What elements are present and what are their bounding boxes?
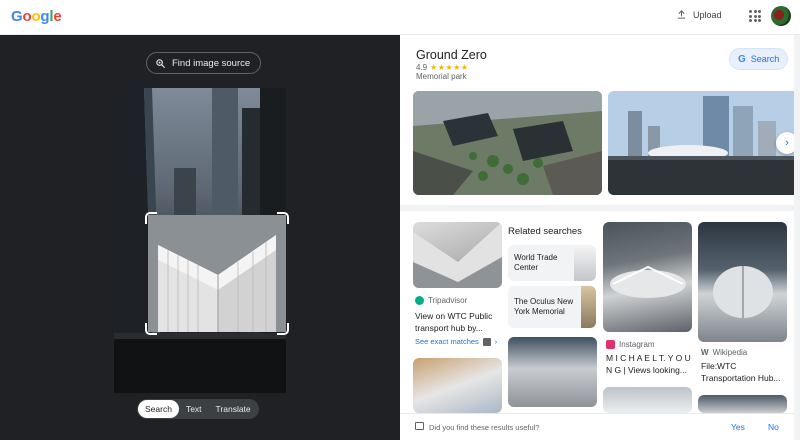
wikipedia-icon: W — [701, 348, 709, 357]
result-source-name: Tripadvisor — [428, 296, 468, 305]
top-bar: Google Upload — [0, 0, 800, 35]
rating-stars-icon: ★★★★★ — [430, 63, 469, 72]
memorial-pool-image — [608, 91, 794, 195]
memorial-aerial-image — [413, 91, 602, 195]
lens-mode-switcher: Search Text Translate — [137, 399, 259, 419]
result-source-wikipedia: W Wikipedia — [701, 348, 747, 357]
account-avatar[interactable] — [771, 6, 791, 26]
related-search-label: World Trade Center — [514, 252, 558, 273]
result-source-name: Wikipedia — [712, 348, 748, 357]
find-image-source-label: Find image source — [172, 57, 251, 69]
google-logo[interactable]: Google — [11, 8, 62, 25]
crop-handle-top-right[interactable] — [277, 212, 289, 224]
place-type: Memorial park — [416, 72, 467, 81]
oculus-thumb-1 — [413, 222, 502, 288]
related-search-image — [573, 245, 596, 281]
place-rating: 4.9 ★★★★★ — [416, 63, 468, 72]
upload-icon — [677, 10, 686, 19]
oculus-thumb-4 — [713, 266, 773, 318]
knowledge-search-button[interactable]: G Search — [729, 48, 789, 70]
see-exact-matches-link[interactable]: See exact matches › — [415, 337, 497, 346]
place-title[interactable]: Ground Zero — [416, 48, 487, 62]
related-search-world-trade-center[interactable]: World Trade Center — [508, 245, 596, 281]
result-thumbnail-tripadvisor[interactable] — [413, 222, 502, 288]
memorial-pool-photo[interactable] — [608, 91, 794, 195]
feedback-icon — [415, 422, 424, 430]
instagram-icon — [606, 340, 615, 349]
image-icon — [482, 337, 491, 346]
logo-letter: e — [53, 8, 62, 25]
result-source-name: Instagram — [619, 340, 655, 349]
knowledge-search-label: Search — [750, 54, 780, 64]
result-source-tripadvisor: Tripadvisor — [415, 296, 467, 305]
result-thumbnail-4[interactable] — [413, 358, 502, 413]
feedback-bar: Did you find these results useful? Yes N… — [400, 413, 794, 440]
crop-selection[interactable] — [148, 215, 286, 332]
logo-letter: o — [31, 8, 41, 25]
see-exact-matches-label: See exact matches — [415, 337, 479, 346]
related-search-image — [580, 286, 596, 328]
feedback-question: Did you find these results useful? — [429, 423, 540, 432]
related-search-label: The Oculus New York Memorial — [514, 296, 574, 317]
result-source-instagram: Instagram — [606, 340, 655, 349]
result-title[interactable]: View on WTC Public transport hub by... — [415, 311, 500, 334]
oculus-thumb-3 — [610, 265, 686, 298]
result-thumbnail-5[interactable] — [508, 337, 597, 407]
results-panel: Ground Zero 4.9 ★★★★★ Memorial park G Se… — [400, 35, 800, 440]
google-g-icon: G — [738, 53, 746, 65]
oculus-crop-image — [148, 215, 286, 332]
lens-search-icon — [156, 58, 166, 68]
upload-button[interactable]: Upload — [676, 9, 722, 20]
logo-letter: g — [40, 8, 50, 25]
result-thumbnail-7[interactable] — [698, 395, 787, 413]
rating-value: 4.9 — [416, 63, 428, 72]
result-title[interactable]: M I C H A E L T. Y O U N G | Views looki… — [606, 353, 692, 376]
logo-letter: o — [22, 8, 32, 25]
crop-handle-bottom-right[interactable] — [277, 323, 289, 335]
feedback-no-button[interactable]: No — [768, 422, 779, 432]
image-viewer-panel: Find image source Search Text Translate — [0, 35, 400, 440]
result-thumbnail-instagram[interactable] — [603, 222, 692, 332]
chevron-right-icon: › — [785, 137, 789, 149]
upload-label: Upload — [693, 9, 722, 20]
mode-tab-text[interactable]: Text — [179, 400, 209, 418]
chevron-right-icon: › — [494, 337, 498, 346]
logo-letter: G — [11, 8, 23, 25]
results-scrollbar[interactable] — [794, 35, 800, 440]
knowledge-panel: Ground Zero 4.9 ★★★★★ Memorial park G Se… — [400, 35, 798, 205]
mode-tab-search[interactable]: Search — [138, 400, 179, 418]
related-searches-heading: Related searches — [508, 226, 582, 237]
result-thumbnail-wikipedia[interactable] — [698, 222, 787, 342]
find-image-source-button[interactable]: Find image source — [146, 52, 262, 74]
apps-grid-icon[interactable] — [749, 10, 761, 22]
crop-handle-bottom-left[interactable] — [145, 323, 157, 335]
tripadvisor-icon — [415, 296, 424, 305]
memorial-aerial-photo[interactable] — [413, 91, 602, 195]
feedback-yes-button[interactable]: Yes — [731, 422, 745, 432]
result-thumbnail-6[interactable] — [603, 387, 692, 413]
result-title[interactable]: File:WTC Transportation Hub... — [701, 361, 789, 384]
related-search-oculus[interactable]: The Oculus New York Memorial — [508, 286, 596, 328]
crop-handle-top-left[interactable] — [145, 212, 157, 224]
mode-tab-translate[interactable]: Translate — [209, 400, 258, 418]
